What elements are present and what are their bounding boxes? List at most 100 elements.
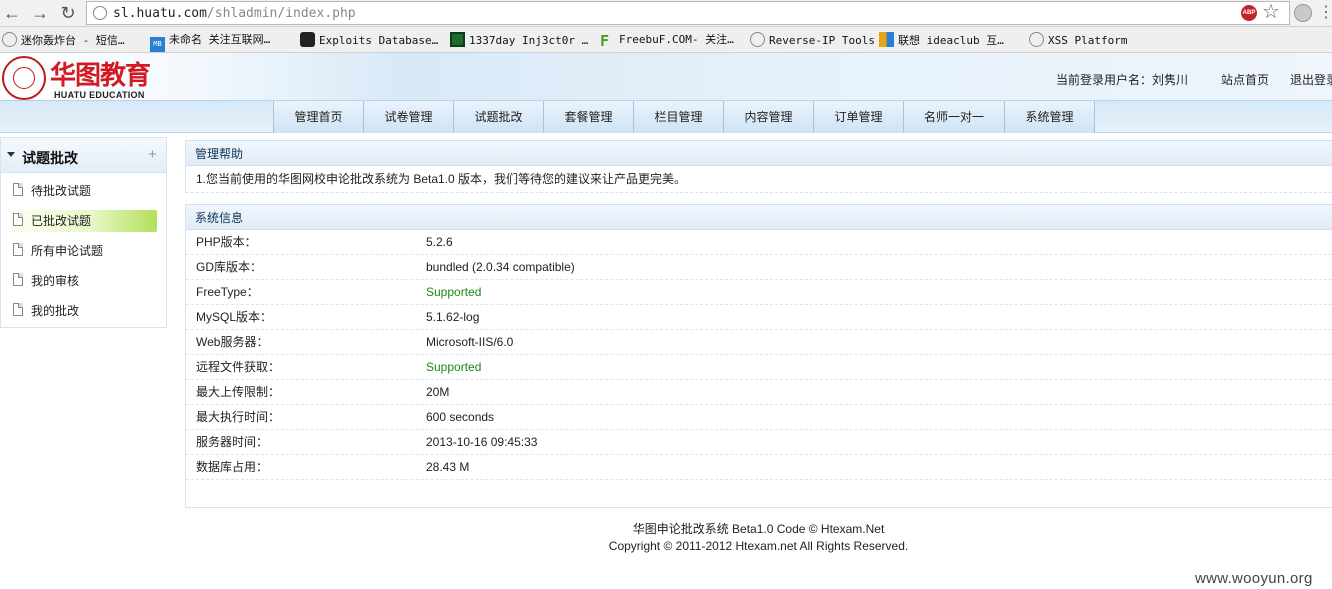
url-text: sl.huatu.com/shladmin/index.php	[113, 6, 356, 21]
browser-menu-icon[interactable]: ⋮	[1318, 2, 1332, 24]
address-bar[interactable]: sl.huatu.com/shladmin/index.php	[86, 1, 1290, 25]
bookmark-item[interactable]: Reverse-IP Tools	[750, 32, 875, 48]
expand-plus-icon[interactable]: +	[148, 147, 157, 163]
sidebar-item-graded[interactable]: 已批改试题	[9, 210, 157, 232]
menu-item-system[interactable]: 系统管理	[1004, 101, 1094, 133]
sysinfo-key: MySQL版本：	[196, 310, 273, 324]
document-icon	[13, 303, 23, 316]
menu-item-tutor[interactable]: 名师一对一	[903, 101, 1004, 133]
document-icon	[13, 183, 23, 196]
sysinfo-row: 远程文件获取： Supported	[186, 355, 1332, 380]
sidebar-title: 试题批改	[22, 150, 78, 166]
browser-toolbar: ← → ↻ sl.huatu.com/shladmin/index.php AB…	[0, 0, 1332, 27]
freebuf-icon: F	[600, 32, 610, 50]
huatu-logo[interactable]: 华图教育 HUATU EDUCATION	[2, 56, 160, 100]
bookmark-item[interactable]: 联想 ideaclub 互…	[879, 32, 1004, 48]
sysinfo-value: 28.43 M	[426, 460, 470, 474]
sysinfo-key: 最大执行时间：	[196, 410, 281, 424]
main-menu: 管理首页 试卷管理 试题批改 套餐管理 栏目管理 内容管理 订单管理 名师一对一…	[0, 100, 1332, 133]
sidebar-item-label: 所有申论试题	[31, 244, 104, 258]
sidebar-header[interactable]: 试题批改 +	[1, 138, 166, 173]
sysinfo-value: bundled (2.0.34 compatible)	[426, 260, 575, 274]
logo-subtitle: HUATU EDUCATION	[54, 90, 145, 100]
sysinfo-value: 5.1.62-log	[426, 310, 480, 324]
sysinfo-value: Microsoft-IIS/6.0	[426, 335, 514, 349]
forward-icon[interactable]: →	[30, 3, 50, 23]
bookmarks-bar: 迷你轰炸台 - 短信… MB 未命名 关注互联网… Exploits Databa…	[0, 27, 1332, 53]
bookmark-item[interactable]: MB 未命名 关注互联网…	[150, 32, 271, 52]
sysinfo-key: FreeType：	[196, 285, 259, 299]
bookmark-label: Reverse-IP Tools	[769, 34, 875, 47]
document-icon	[13, 213, 23, 226]
sysinfo-spacer	[186, 480, 1332, 508]
sysinfo-key: GD库版本：	[196, 260, 263, 274]
menu-item-content[interactable]: 内容管理	[723, 101, 813, 133]
reload-icon[interactable]: ↻	[58, 3, 78, 23]
watermark: www.wooyun.org	[1195, 570, 1313, 587]
bookmark-item[interactable]: XSS Platform	[1029, 32, 1127, 48]
help-panel: 管理帮助 1.您当前使用的华图网校申论批改系统为 Beta1.0 版本，我们等待…	[185, 140, 1332, 193]
bookmark-item[interactable]: 迷你轰炸台 - 短信…	[2, 32, 125, 48]
sysinfo-value: 2013-10-16 09:45:33	[426, 435, 538, 449]
sidebar-item-pending[interactable]: 待批改试题	[9, 180, 157, 202]
menu-item-grading[interactable]: 试题批改	[453, 101, 543, 133]
menu-item-papers[interactable]: 试卷管理	[363, 101, 453, 133]
sysinfo-key: 最大上传限制：	[196, 385, 281, 399]
profile-globe-icon[interactable]	[1294, 4, 1312, 22]
sysinfo-key: 服务器时间：	[196, 435, 269, 449]
footer-divider	[185, 507, 1332, 509]
bookmark-label: XSS Platform	[1048, 34, 1128, 47]
chip-icon	[450, 32, 465, 47]
sysinfo-key: 远程文件获取：	[196, 360, 281, 374]
sysinfo-row: FreeType： Supported	[186, 280, 1332, 305]
menu-item-packages[interactable]: 套餐管理	[543, 101, 633, 133]
logo-text: 华图教育	[50, 61, 151, 91]
sidebar-item-my-review[interactable]: 我的审核	[9, 270, 157, 292]
sysinfo-value: 20M	[426, 385, 450, 399]
menu-item-columns[interactable]: 栏目管理	[633, 101, 723, 133]
help-panel-title: 管理帮助	[186, 140, 1332, 166]
globe-icon	[750, 32, 765, 47]
menu-item-orders[interactable]: 订单管理	[813, 101, 903, 133]
help-text: 1.您当前使用的华图网校申论批改系统为 Beta1.0 版本，我们等待您的建议来…	[186, 166, 1332, 193]
logout-link[interactable]: 退出登录	[1290, 71, 1332, 88]
exploit-db-icon	[300, 32, 315, 47]
bookmark-label: 迷你轰炸台 - 短信…	[21, 34, 125, 47]
bookmark-label: 未命名 关注互联网…	[169, 33, 271, 46]
sysinfo-key: PHP版本：	[196, 235, 257, 249]
sidebar-item-label: 已批改试题	[31, 214, 92, 228]
bookmark-label: 1337day Inj3ct0r …	[469, 34, 589, 47]
sysinfo-value: Supported	[426, 360, 482, 374]
sidebar-item-all-essays[interactable]: 所有申论试题	[9, 240, 157, 262]
current-user-label: 当前登录用户名：刘隽川	[1056, 73, 1189, 87]
bookmark-item[interactable]: F FreebuF.COM- 关注…	[600, 32, 734, 50]
menu-divider	[1094, 101, 1095, 133]
seal-icon	[2, 56, 46, 100]
adblock-icon[interactable]: ABP	[1241, 5, 1257, 21]
bookmark-item[interactable]: Exploits Database…	[300, 32, 438, 48]
bookmark-item[interactable]: 1337day Inj3ct0r …	[450, 32, 588, 48]
bookmark-star-icon[interactable]: ☆	[1262, 0, 1280, 24]
document-icon	[13, 273, 23, 286]
mb-icon: MB	[150, 37, 165, 52]
footer-product: 华图申论批改系统 Beta1.0 Code © Htexam.Net	[632, 522, 885, 536]
url-host: sl.huatu.com	[113, 6, 207, 21]
collapse-arrow-icon[interactable]	[7, 152, 15, 157]
sysinfo-panel: 系统信息 PHP版本： 5.2.6 GD库版本： bundled (2.0.34 co…	[185, 204, 1332, 508]
windows-icon	[879, 32, 894, 47]
sysinfo-row: PHP版本： 5.2.6	[186, 230, 1332, 255]
site-home-link[interactable]: 站点首页	[1221, 71, 1269, 88]
menu-item-admin-home[interactable]: 管理首页	[273, 101, 363, 133]
sysinfo-row: 数据库占用： 28.43 M	[186, 455, 1332, 480]
sysinfo-table: PHP版本： 5.2.6 GD库版本： bundled (2.0.34 compati…	[186, 230, 1332, 508]
sysinfo-row: Web服务器： Microsoft-IIS/6.0	[186, 330, 1332, 355]
sidebar-item-my-grading[interactable]: 我的批改	[9, 300, 157, 322]
globe-icon	[1029, 32, 1044, 47]
page-header: 华图教育 HUATU EDUCATION 当前登录用户名：刘隽川 站点首页 退出…	[0, 53, 1332, 100]
sysinfo-row: MySQL版本： 5.1.62-log	[186, 305, 1332, 330]
sysinfo-row: 最大上传限制： 20M	[186, 380, 1332, 405]
bookmark-label: FreebuF.COM- 关注…	[619, 33, 734, 46]
sysinfo-value: Supported	[426, 285, 482, 299]
back-icon[interactable]: ←	[2, 3, 22, 23]
sysinfo-row: GD库版本： bundled (2.0.34 compatible)	[186, 255, 1332, 280]
